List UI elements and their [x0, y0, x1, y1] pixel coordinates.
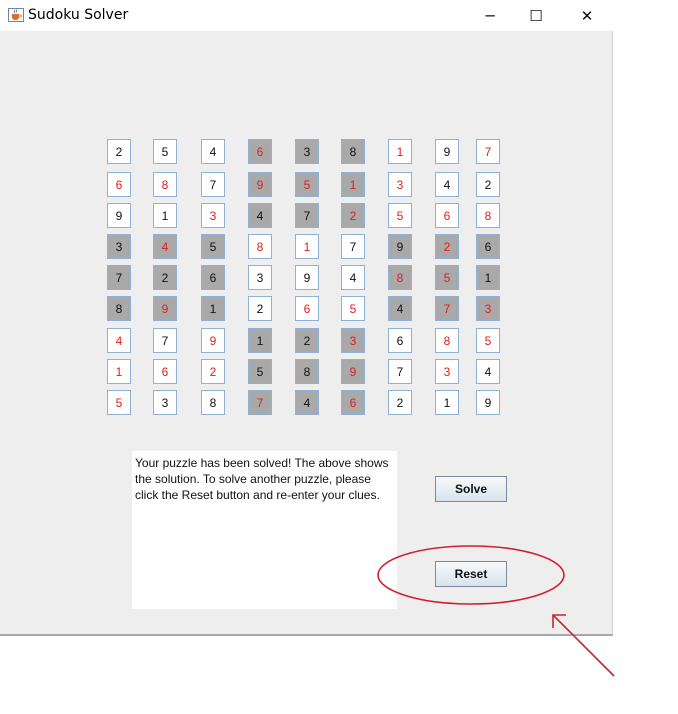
sudoku-cell-r2c6[interactable]: 1: [341, 172, 365, 197]
sudoku-cell-r6c9[interactable]: 3: [476, 296, 500, 321]
close-button[interactable]: ✕: [564, 0, 610, 31]
sudoku-cell-r3c2[interactable]: 1: [153, 203, 177, 228]
sudoku-cell-r5c2[interactable]: 2: [153, 265, 177, 290]
sudoku-cell-r2c4[interactable]: 9: [248, 172, 272, 197]
maximize-button[interactable]: ☐: [513, 0, 559, 31]
sudoku-cell-r3c4[interactable]: 4: [248, 203, 272, 228]
sudoku-cell-r7c5[interactable]: 2: [295, 328, 319, 353]
sudoku-cell-r1c2[interactable]: 5: [153, 139, 177, 164]
sudoku-cell-r1c6[interactable]: 8: [341, 139, 365, 164]
sudoku-cell-r9c6[interactable]: 6: [341, 390, 365, 415]
sudoku-cell-r3c7[interactable]: 5: [388, 203, 412, 228]
sudoku-cell-r8c3[interactable]: 2: [201, 359, 225, 384]
sudoku-cell-r1c1[interactable]: 2: [107, 139, 131, 164]
sudoku-cell-r5c4[interactable]: 3: [248, 265, 272, 290]
title-bar[interactable]: Sudoku Solver ─ ☐ ✕: [0, 0, 613, 31]
sudoku-cell-r4c6[interactable]: 7: [341, 234, 365, 259]
sudoku-cell-r7c3[interactable]: 9: [201, 328, 225, 353]
sudoku-cell-r4c4[interactable]: 8: [248, 234, 272, 259]
sudoku-cell-r4c5[interactable]: 1: [295, 234, 319, 259]
sudoku-cell-r3c9[interactable]: 8: [476, 203, 500, 228]
sudoku-cell-r6c4[interactable]: 2: [248, 296, 272, 321]
sudoku-cell-r2c1[interactable]: 6: [107, 172, 131, 197]
sudoku-cell-r6c5[interactable]: 6: [295, 296, 319, 321]
sudoku-cell-r3c6[interactable]: 2: [341, 203, 365, 228]
java-coffee-icon: [8, 8, 24, 22]
close-icon: ✕: [580, 6, 594, 25]
sudoku-cell-r5c8[interactable]: 5: [435, 265, 459, 290]
sudoku-cell-r2c3[interactable]: 7: [201, 172, 225, 197]
minimize-icon: ─: [485, 6, 495, 25]
sudoku-cell-r9c8[interactable]: 1: [435, 390, 459, 415]
sudoku-cell-r8c4[interactable]: 5: [248, 359, 272, 384]
sudoku-cell-r6c1[interactable]: 8: [107, 296, 131, 321]
solve-button[interactable]: Solve: [435, 476, 507, 502]
sudoku-cell-r3c8[interactable]: 6: [435, 203, 459, 228]
sudoku-cell-r5c9[interactable]: 1: [476, 265, 500, 290]
sudoku-cell-r8c7[interactable]: 7: [388, 359, 412, 384]
sudoku-cell-r5c7[interactable]: 8: [388, 265, 412, 290]
sudoku-cell-r3c5[interactable]: 7: [295, 203, 319, 228]
sudoku-cell-r4c3[interactable]: 5: [201, 234, 225, 259]
sudoku-cell-r2c2[interactable]: 8: [153, 172, 177, 197]
sudoku-cell-r6c2[interactable]: 9: [153, 296, 177, 321]
sudoku-cell-r9c5[interactable]: 4: [295, 390, 319, 415]
sudoku-cell-r1c4[interactable]: 6: [248, 139, 272, 164]
sudoku-cell-r6c3[interactable]: 1: [201, 296, 225, 321]
sudoku-cell-r8c1[interactable]: 1: [107, 359, 131, 384]
sudoku-cell-r7c6[interactable]: 3: [341, 328, 365, 353]
sudoku-cell-r6c8[interactable]: 7: [435, 296, 459, 321]
minimize-button[interactable]: ─: [467, 0, 513, 31]
sudoku-cell-r4c2[interactable]: 4: [153, 234, 177, 259]
sudoku-cell-r3c3[interactable]: 3: [201, 203, 225, 228]
status-message: Your puzzle has been solved! The above s…: [135, 456, 389, 502]
sudoku-cell-r3c1[interactable]: 9: [107, 203, 131, 228]
sudoku-cell-r1c5[interactable]: 3: [295, 139, 319, 164]
sudoku-cell-r8c8[interactable]: 3: [435, 359, 459, 384]
sudoku-cell-r6c7[interactable]: 4: [388, 296, 412, 321]
reset-button[interactable]: Reset: [435, 561, 507, 587]
sudoku-cell-r1c8[interactable]: 9: [435, 139, 459, 164]
sudoku-cell-r2c5[interactable]: 5: [295, 172, 319, 197]
sudoku-cell-r4c9[interactable]: 6: [476, 234, 500, 259]
sudoku-cell-r9c2[interactable]: 3: [153, 390, 177, 415]
app-window: Sudoku Solver ─ ☐ ✕ 25463819768795134291…: [0, 0, 613, 636]
sudoku-cell-r8c6[interactable]: 9: [341, 359, 365, 384]
sudoku-cell-r5c5[interactable]: 9: [295, 265, 319, 290]
sudoku-cell-r6c6[interactable]: 5: [341, 296, 365, 321]
sudoku-cell-r5c3[interactable]: 6: [201, 265, 225, 290]
sudoku-cell-r9c9[interactable]: 9: [476, 390, 500, 415]
sudoku-cell-r7c4[interactable]: 1: [248, 328, 272, 353]
sudoku-cell-r2c8[interactable]: 4: [435, 172, 459, 197]
sudoku-cell-r7c8[interactable]: 8: [435, 328, 459, 353]
sudoku-cell-r9c7[interactable]: 2: [388, 390, 412, 415]
sudoku-cell-r2c9[interactable]: 2: [476, 172, 500, 197]
maximize-icon: ☐: [529, 6, 543, 25]
sudoku-cell-r5c6[interactable]: 4: [341, 265, 365, 290]
sudoku-cell-r5c1[interactable]: 7: [107, 265, 131, 290]
status-message-area[interactable]: Your puzzle has been solved! The above s…: [132, 451, 397, 609]
sudoku-cell-r2c7[interactable]: 3: [388, 172, 412, 197]
window-title: Sudoku Solver: [28, 7, 129, 23]
sudoku-cell-r4c8[interactable]: 2: [435, 234, 459, 259]
sudoku-cell-r8c9[interactable]: 4: [476, 359, 500, 384]
sudoku-cell-r7c7[interactable]: 6: [388, 328, 412, 353]
sudoku-cell-r1c3[interactable]: 4: [201, 139, 225, 164]
sudoku-cell-r1c7[interactable]: 1: [388, 139, 412, 164]
sudoku-cell-r4c1[interactable]: 3: [107, 234, 131, 259]
sudoku-cell-r4c7[interactable]: 9: [388, 234, 412, 259]
sudoku-cell-r8c2[interactable]: 6: [153, 359, 177, 384]
sudoku-cell-r7c1[interactable]: 4: [107, 328, 131, 353]
sudoku-cell-r9c1[interactable]: 5: [107, 390, 131, 415]
sudoku-cell-r7c9[interactable]: 5: [476, 328, 500, 353]
sudoku-cell-r8c5[interactable]: 8: [295, 359, 319, 384]
sudoku-cell-r1c9[interactable]: 7: [476, 139, 500, 164]
sudoku-cell-r9c4[interactable]: 7: [248, 390, 272, 415]
sudoku-cell-r7c2[interactable]: 7: [153, 328, 177, 353]
sudoku-cell-r9c3[interactable]: 8: [201, 390, 225, 415]
